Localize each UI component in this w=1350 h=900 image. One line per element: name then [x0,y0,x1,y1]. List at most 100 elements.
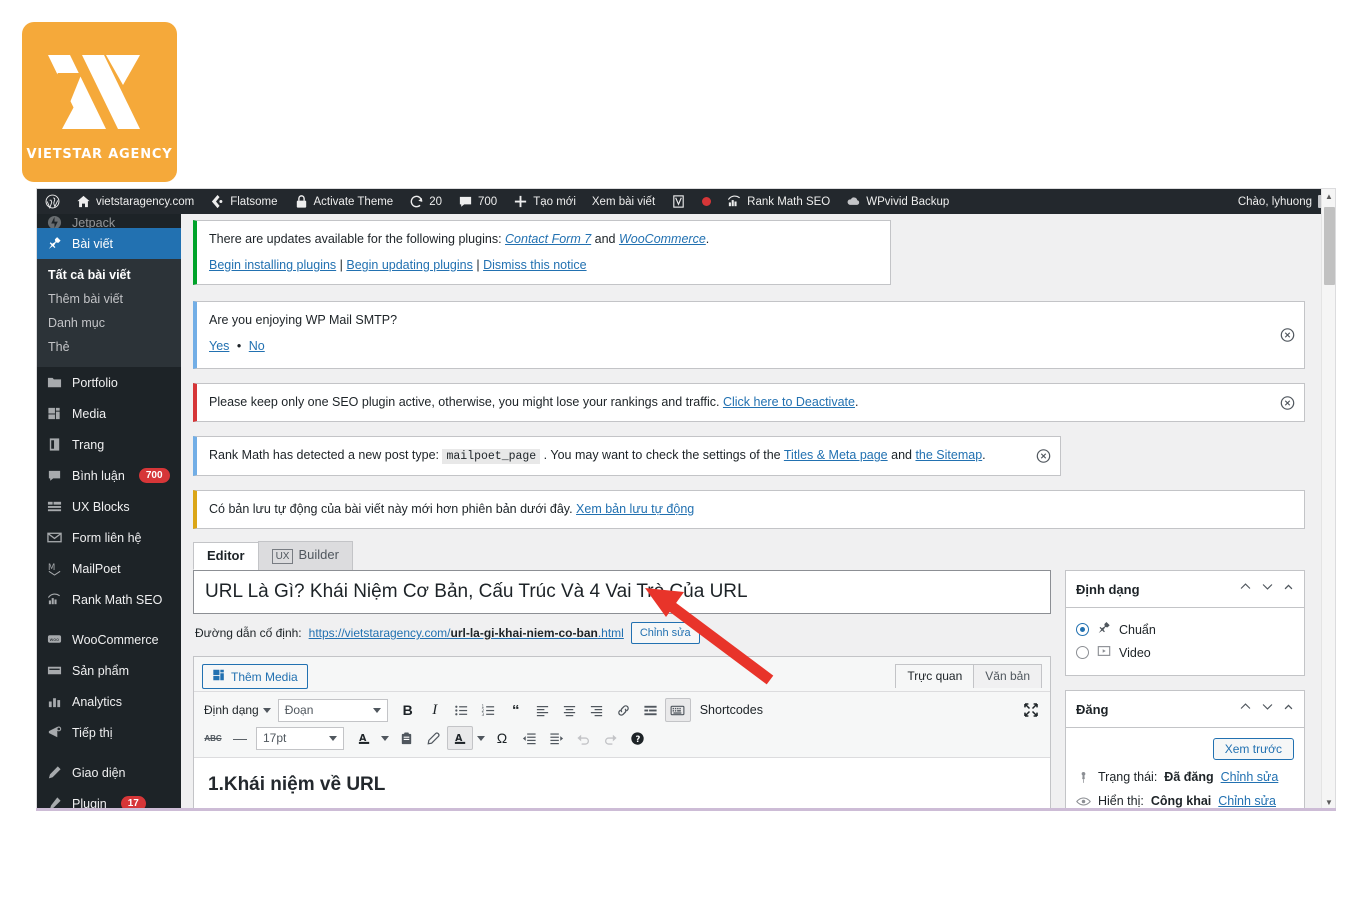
radio-standard[interactable] [1076,623,1089,636]
add-media-button[interactable]: Thêm Media [202,664,308,689]
undo-icon[interactable] [570,726,596,750]
sidebar-item-analytics[interactable]: Analytics [37,686,181,717]
toolbar-toggle-icon[interactable] [664,698,691,722]
publish-visibility-edit-link[interactable]: Chỉnh sửa [1218,794,1276,808]
highlight-color-chevron-icon[interactable] [474,726,488,750]
adminbar-alert-dot[interactable] [694,189,719,214]
sidebar-item-woocommerce[interactable]: woo WooCommerce [37,624,181,655]
edit-permalink-button[interactable]: Chỉnh sửa [630,622,700,644]
link-titles-meta-page[interactable]: Titles & Meta page [784,448,888,462]
decrease-indent-icon[interactable] [516,726,542,750]
sidebar-item-portfolio[interactable]: Portfolio [37,367,181,398]
close-icon[interactable] [1280,328,1295,343]
sidebar-item-giao-dien[interactable]: Giao diện [37,757,181,788]
tab-text[interactable]: Văn bản [973,664,1042,688]
sidebar-item-media[interactable]: Media [37,398,181,429]
bold-icon[interactable]: B [395,698,421,722]
sidebar-item-jetpack-cut[interactable]: Jetpack [37,214,181,228]
increase-indent-icon[interactable] [543,726,569,750]
horizontal-rule-icon[interactable]: — [227,726,253,750]
sidebar-subitem-all-posts[interactable]: Tất cả bài viết [37,263,181,287]
link-smtp-no[interactable]: No [249,339,265,353]
adminbar-rank-math[interactable]: Rank Math SEO [719,189,838,214]
page-scrollbar[interactable]: ▲ ▼ [1321,189,1335,809]
blockquote-icon[interactable]: “ [503,698,529,722]
scroll-down-icon[interactable]: ▼ [1322,795,1335,809]
toggle-panel-icon[interactable] [1283,580,1294,598]
link-begin-updating-plugins[interactable]: Begin updating plugins [346,258,473,272]
adminbar-updates[interactable]: 20 [401,189,450,214]
italic-icon[interactable]: I [422,698,448,722]
strikethrough-icon[interactable]: ABC [200,726,226,750]
shortcodes-button[interactable]: Shortcodes [692,703,763,717]
move-down-icon[interactable] [1261,580,1274,598]
align-right-icon[interactable] [584,698,610,722]
clear-formatting-icon[interactable] [420,726,446,750]
link-woocommerce[interactable]: WooCommerce [619,232,706,246]
adminbar-site-name[interactable]: vietstaragency.com [68,189,202,214]
publish-status-edit-link[interactable]: Chỉnh sửa [1221,770,1279,784]
adminbar-account[interactable]: Chào, lyhuong [1238,189,1331,214]
format-option-video[interactable]: Video [1076,641,1294,664]
move-up-icon[interactable] [1239,580,1252,598]
link-contact-form-7[interactable]: Contact Form 7 [505,232,591,246]
fullscreen-icon[interactable] [1018,698,1044,722]
align-center-icon[interactable] [557,698,583,722]
sidebar-item-mailpoet[interactable]: M MailPoet [37,553,181,584]
read-more-icon[interactable] [638,698,664,722]
sidebar-item-rank-math-seo[interactable]: Rank Math SEO [37,584,181,615]
link-click-here-to-deactivate[interactable]: Click here to Deactivate [723,395,855,409]
paragraph-style-select[interactable]: Đoạn [277,698,388,722]
link-dismiss-this-notice[interactable]: Dismiss this notice [483,258,587,272]
sidebar-subitem-tags[interactable]: Thẻ [37,335,181,359]
adminbar-wpvivid-backup[interactable]: WPvivid Backup [838,189,957,214]
scrollbar-thumb[interactable] [1324,207,1335,285]
permalink-link[interactable]: https://vietstaragency.com/url-la-gi-kha… [309,626,624,640]
format-option-standard[interactable]: Chuẩn [1076,618,1294,641]
sidebar-item-form-lien-he[interactable]: Form liên hệ [37,522,181,553]
sidebar-item-trang[interactable]: Trang [37,429,181,460]
adminbar-wordpress-logo[interactable] [37,189,68,214]
post-title-input[interactable] [203,577,1041,607]
link-the-sitemap[interactable]: the Sitemap [915,448,982,462]
tab-ux-builder[interactable]: UX Builder [257,541,353,570]
sidebar-subitem-add-post[interactable]: Thêm bài viết [37,287,181,311]
adminbar-flatsome[interactable]: Flatsome [202,189,285,214]
close-icon[interactable] [1280,395,1295,410]
numbered-list-icon[interactable]: 123 [476,698,502,722]
highlight-color-icon[interactable]: A [447,726,473,750]
adminbar-activate-theme[interactable]: Activate Theme [286,189,402,214]
link-view-autosave[interactable]: Xem bản lưu tự động [576,502,694,516]
sidebar-item-bai-viet[interactable]: Bài viết [37,228,181,259]
font-size-select[interactable]: 17pt [256,726,344,750]
text-color-chevron-icon[interactable] [378,726,392,750]
sidebar-item-ux-blocks[interactable]: UX Blocks [37,491,181,522]
special-character-icon[interactable]: Ω [489,726,515,750]
scroll-up-icon[interactable]: ▲ [1322,189,1335,203]
sidebar-subitem-categories[interactable]: Danh mục [37,311,181,335]
toggle-panel-icon[interactable] [1283,700,1294,718]
sidebar-item-plugin[interactable]: Plugin 17 [37,788,181,809]
preview-button[interactable]: Xem trước [1212,738,1294,760]
link-smtp-yes[interactable]: Yes [209,339,229,353]
move-down-icon[interactable] [1261,700,1274,718]
sidebar-item-san-pham[interactable]: Sản phẩm [37,655,181,686]
redo-icon[interactable] [597,726,623,750]
link-icon[interactable] [611,698,637,722]
move-up-icon[interactable] [1239,700,1252,718]
radio-video[interactable] [1076,646,1089,659]
adminbar-new-content[interactable]: Tạo mới [505,189,584,214]
bulleted-list-icon[interactable] [449,698,475,722]
adminbar-view-post[interactable]: Xem bài viết [584,189,663,214]
sidebar-item-tiep-thi[interactable]: Tiếp thị [37,717,181,748]
tab-editor[interactable]: Editor [193,542,259,570]
editor-content-canvas[interactable]: 1.Khái niệm về URL [194,757,1050,809]
paste-as-text-icon[interactable] [393,726,419,750]
adminbar-yoast[interactable] [663,189,694,214]
adminbar-comments[interactable]: 700 [450,189,505,214]
text-color-icon[interactable]: A [351,726,377,750]
format-menu-button[interactable]: Định dạng [200,703,275,717]
sidebar-item-binh-luan[interactable]: Bình luận 700 [37,460,181,491]
help-icon[interactable]: ? [624,726,650,750]
link-begin-installing-plugins[interactable]: Begin installing plugins [209,258,336,272]
